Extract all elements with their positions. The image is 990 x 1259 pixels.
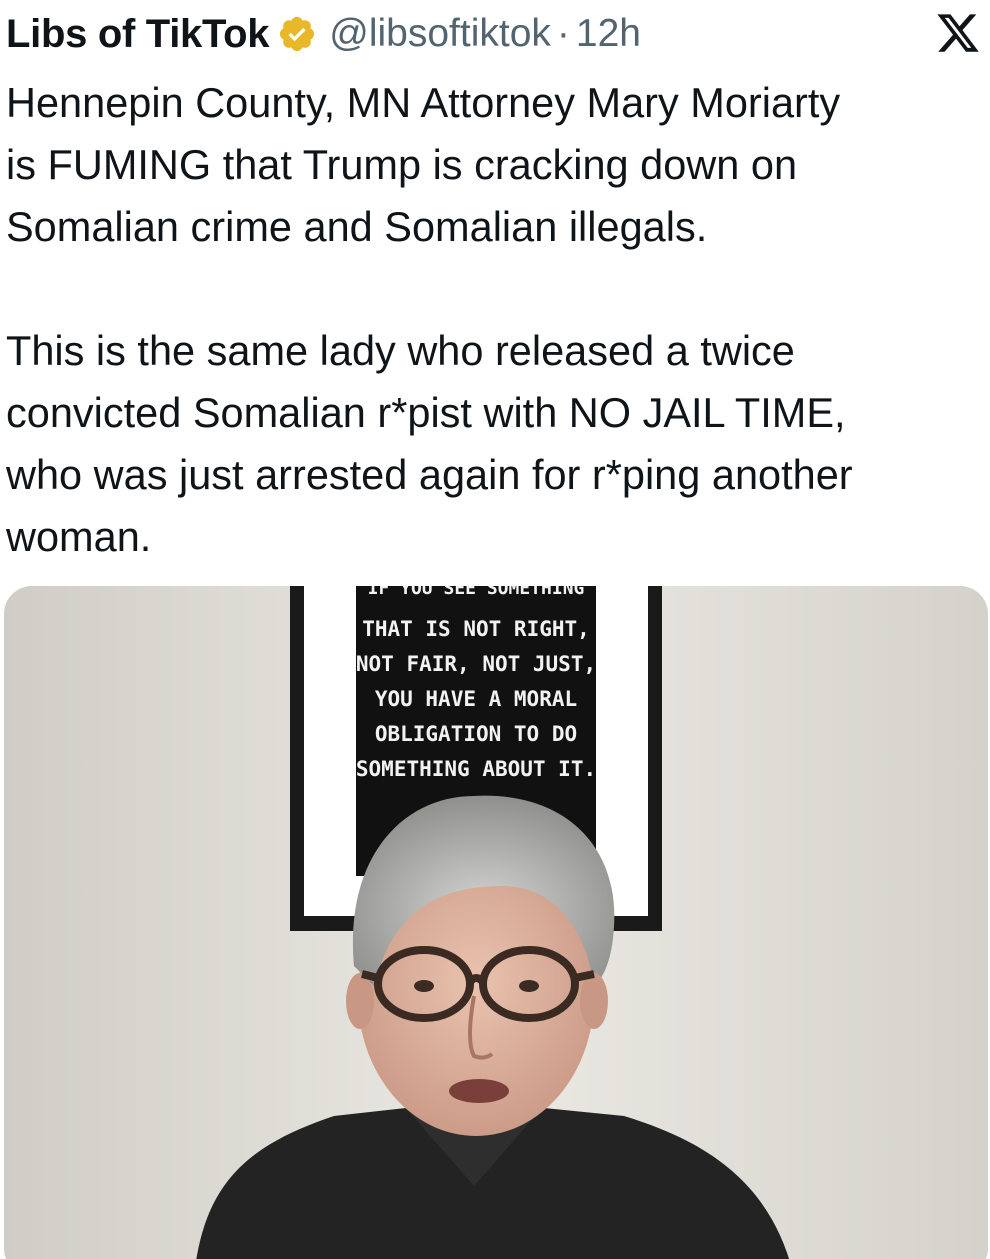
tweet-media-video[interactable]: IF YOU SEE SOMETHING THAT IS NOT RIGHT, … <box>4 586 988 1259</box>
author-display-name[interactable]: Libs of TikTok <box>6 12 270 57</box>
verified-badge-icon[interactable] <box>277 14 317 54</box>
poster-line-6: SOMETHING ABOUT IT. <box>356 757 596 781</box>
tweet-card[interactable]: Libs of TikTok @libsoftiktok · 12h Henne… <box>0 0 990 1259</box>
poster-line-3: NOT FAIR, NOT JUST, <box>356 652 596 676</box>
separator-dot: · <box>556 12 570 55</box>
x-logo-icon <box>934 10 982 56</box>
tweet-header: Libs of TikTok @libsoftiktok · 12h <box>6 8 986 60</box>
poster-line-5: OBLIGATION TO DO <box>375 722 577 746</box>
poster-line-1: IF YOU SEE SOMETHING <box>368 586 585 599</box>
poster-line-4: YOU HAVE A MORAL <box>375 687 577 711</box>
poster-line-2: THAT IS NOT RIGHT, <box>362 617 590 641</box>
author-handle[interactable]: @libsoftiktok <box>329 12 551 56</box>
tweet-text: Hennepin County, MN Attorney Mary Moriar… <box>6 79 853 560</box>
tweet-timestamp[interactable]: 12h <box>576 12 641 56</box>
